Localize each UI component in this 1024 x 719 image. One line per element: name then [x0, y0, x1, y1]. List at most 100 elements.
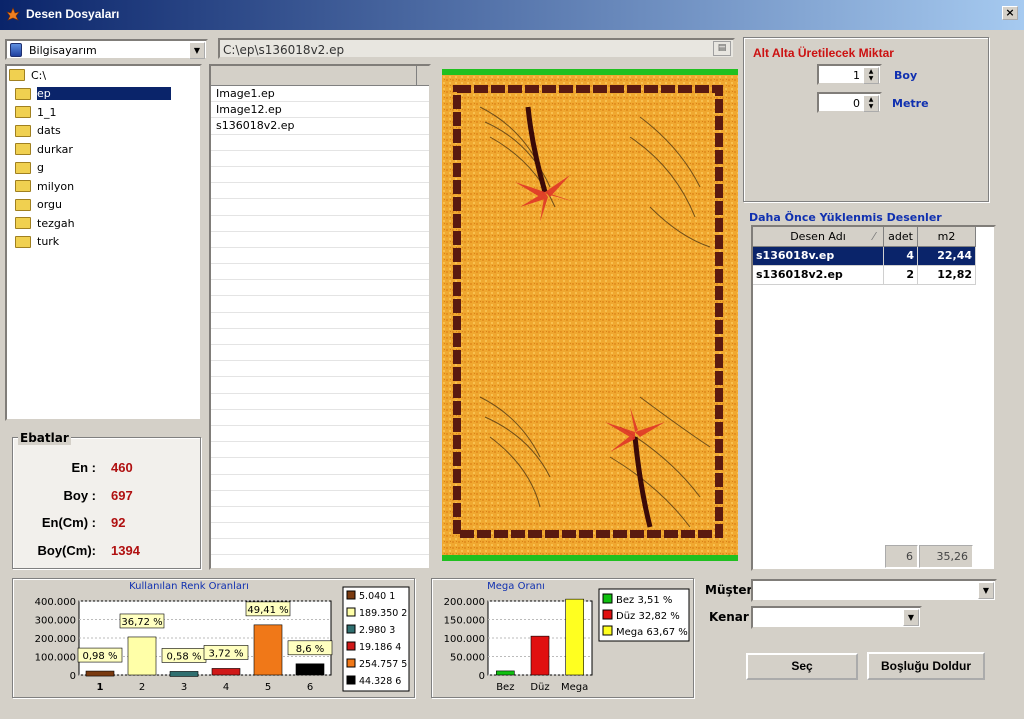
x-tick-label: 2	[139, 682, 145, 693]
file-row[interactable]	[211, 264, 429, 281]
x-tick-label: 5	[265, 682, 271, 693]
grid-cell-name[interactable]: s136018v2.ep	[753, 266, 884, 285]
tree-item[interactable]: durkar	[7, 140, 200, 159]
file-row[interactable]	[211, 199, 429, 216]
tree-item-label: orgu	[37, 198, 63, 212]
data-label: 36,72 %	[121, 617, 162, 628]
tree-item-label: turk	[37, 235, 60, 249]
grid-cell-adet[interactable]: 2	[884, 266, 918, 285]
file-row[interactable]	[211, 361, 429, 378]
file-row[interactable]	[211, 394, 429, 410]
data-label: 49,41 %	[247, 605, 288, 616]
legend-label: 254.757 5	[359, 659, 407, 670]
bar	[496, 670, 515, 676]
legend-label: Düz 32,82 %	[616, 611, 680, 622]
file-row[interactable]: s136018v2.ep	[211, 118, 429, 135]
musteri-select[interactable]: ▼	[751, 579, 997, 602]
file-row[interactable]	[211, 296, 429, 313]
file-row[interactable]	[211, 507, 429, 524]
file-row[interactable]	[211, 539, 429, 556]
tree-item[interactable]: ep	[7, 85, 200, 104]
data-label: 0,58 %	[167, 651, 202, 662]
folder-open-icon[interactable]: ▤	[713, 41, 731, 56]
file-row[interactable]	[211, 523, 429, 540]
file-list-header	[211, 66, 429, 86]
file-row[interactable]	[211, 491, 429, 507]
file-row[interactable]	[211, 345, 429, 362]
loaded-designs-grid[interactable]: Desen Adı ⁄ adet m2 s136018v.ep 4 22,44 s136…	[751, 225, 996, 571]
kenar-select[interactable]: ▼	[751, 606, 922, 629]
y-tick-label: 100.000	[444, 634, 485, 645]
col-header-m2[interactable]: m2	[918, 227, 976, 247]
ebat-label: En :	[71, 460, 96, 475]
metre-stepper[interactable]: 0 ▲ ▼	[817, 92, 882, 113]
file-row[interactable]	[211, 216, 429, 232]
folder-icon	[9, 69, 25, 82]
tree-item[interactable]: milyon	[7, 177, 200, 196]
file-row[interactable]	[211, 442, 429, 459]
file-row[interactable]	[211, 475, 429, 491]
select-button[interactable]: Seç	[746, 653, 858, 680]
file-row[interactable]	[211, 232, 429, 248]
chevron-down-icon[interactable]: ▼	[189, 42, 205, 59]
chevron-down-icon[interactable]: ▼	[903, 609, 919, 626]
ebat-value: 460	[111, 460, 133, 475]
tree-item[interactable]: g	[7, 159, 200, 178]
tree-item[interactable]: orgu	[7, 196, 200, 215]
folder-icon	[15, 198, 31, 211]
folder-icon	[15, 87, 31, 100]
ebatlar-title: Ebatlar	[18, 431, 71, 445]
file-row[interactable]	[211, 410, 429, 426]
file-row[interactable]	[211, 313, 429, 329]
tree-item[interactable]: turk	[7, 233, 200, 252]
file-row[interactable]	[211, 248, 429, 265]
chevron-down-icon[interactable]: ▼	[978, 582, 994, 599]
y-tick-label: 200.000	[444, 597, 485, 608]
drive-select[interactable]: Bilgisayarım ▼	[5, 39, 208, 60]
y-tick-label: 150.000	[444, 616, 485, 627]
boy-stepper[interactable]: 1 ▲ ▼	[817, 64, 882, 85]
file-row[interactable]	[211, 167, 429, 184]
file-row[interactable]	[211, 135, 429, 151]
legend-label: Mega 63,67 %	[616, 627, 688, 638]
grid-cell-m2[interactable]: 12,82	[918, 266, 976, 285]
file-row[interactable]	[211, 426, 429, 443]
file-row[interactable]	[211, 377, 429, 394]
mega-chart: Mega Oranı 0 50.000 100.000 150.000 200.000 Be…	[444, 581, 690, 693]
tree-item[interactable]: 1_1	[7, 103, 200, 122]
x-tick-label: 3	[181, 682, 187, 693]
tree-item[interactable]: dats	[7, 122, 200, 141]
file-row[interactable]	[211, 458, 429, 475]
fill-gap-button[interactable]: Boşluğu Doldur	[867, 652, 985, 680]
grid-cell-adet[interactable]: 4	[884, 247, 918, 266]
loaded-designs-title: Daha Önce Yüklenmis Desenler	[749, 211, 942, 224]
x-tick-label: Düz	[530, 682, 549, 693]
ebat-label: En(Cm) :	[41, 515, 96, 530]
file-list[interactable]: Image1.ep Image12.ep s136018v2.ep	[209, 64, 431, 570]
folder-tree[interactable]: C:\ ep 1_1 dats durkar g milyon orgu tezgah turk	[5, 64, 202, 421]
file-row[interactable]	[211, 151, 429, 167]
close-button[interactable]: ×	[1002, 6, 1018, 20]
col-header-name[interactable]: Desen Adı ⁄	[753, 227, 884, 247]
ebat-value: 697	[111, 487, 133, 503]
grid-cell-m2[interactable]: 22,44	[918, 247, 976, 266]
tree-item[interactable]: tezgah	[7, 214, 200, 233]
legend-swatch	[346, 607, 356, 617]
spin-arrows-icon[interactable]: ▲ ▼	[863, 67, 879, 84]
x-tick-label: 6	[307, 682, 313, 693]
path-input[interactable]: C:\ep\s136018v2.ep ▤	[218, 38, 735, 59]
folder-icon	[15, 180, 31, 193]
col-header-adet[interactable]: adet	[884, 227, 918, 247]
chart-title: Kullanılan Renk Oranları	[129, 581, 249, 592]
file-row[interactable]	[211, 329, 429, 345]
file-row[interactable]	[211, 183, 429, 200]
grid-cell-name[interactable]: s136018v.ep	[753, 247, 884, 266]
file-row[interactable]: Image12.ep	[211, 102, 429, 119]
data-label: 0,98 %	[83, 651, 118, 662]
file-row[interactable]: Image1.ep	[211, 86, 429, 103]
spin-arrows-icon[interactable]: ▲ ▼	[863, 95, 879, 112]
legend-label: 44.328 6	[359, 676, 401, 687]
folder-icon	[15, 217, 31, 230]
tree-item[interactable]: C:\	[7, 66, 200, 85]
file-row[interactable]	[211, 280, 429, 297]
